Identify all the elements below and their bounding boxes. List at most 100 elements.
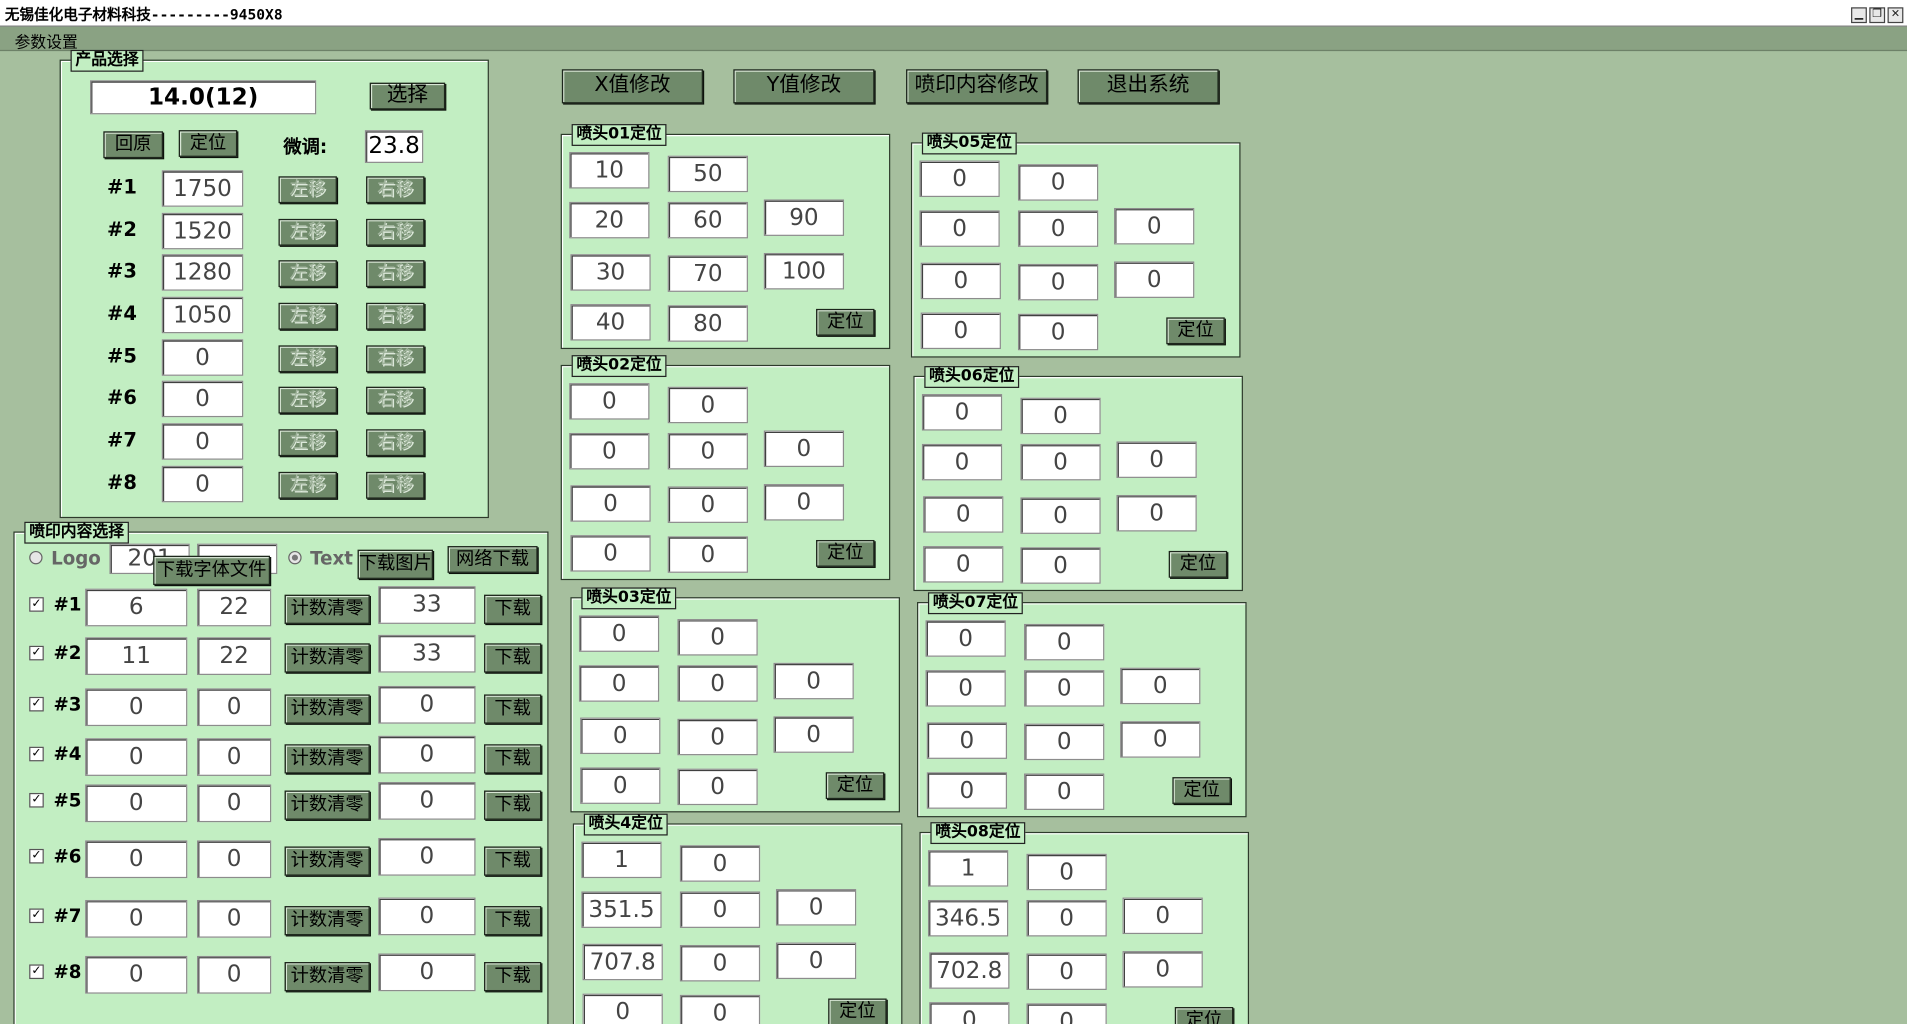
move-right-button[interactable]: 右移 (366, 345, 425, 373)
minimize-icon[interactable]: ▁ (1851, 7, 1867, 24)
head-value-field[interactable]: 0 (578, 665, 660, 702)
print-value-a-field[interactable]: 11 (85, 637, 188, 675)
head-value-field[interactable]: 0 (1116, 441, 1197, 478)
head-value-field[interactable]: 0 (1020, 547, 1101, 584)
head-value-field[interactable]: 0 (578, 615, 660, 652)
head-value-field[interactable]: 0 (570, 535, 651, 572)
download-button[interactable]: 下载 (484, 790, 542, 820)
download-button[interactable]: 下载 (484, 846, 542, 876)
head-value-field[interactable]: 0 (1017, 313, 1099, 351)
reset-count-button[interactable]: 计数清零 (284, 744, 370, 774)
row-checkbox[interactable]: ✓ (29, 964, 44, 980)
count-field[interactable]: 0 (378, 782, 476, 820)
print-value-b-field[interactable]: 0 (197, 738, 272, 776)
head-value-field[interactable]: 702.8 (929, 952, 1010, 989)
head-value-field[interactable]: 0 (919, 160, 1000, 198)
head-value-field[interactable]: 0 (1024, 773, 1105, 810)
finetune-field[interactable]: 23.8 (364, 130, 424, 163)
print-value-b-field[interactable]: 22 (197, 637, 272, 675)
download-image-button[interactable]: 下载图片 (357, 549, 433, 579)
head-value-field[interactable]: 0 (1026, 853, 1107, 891)
row-checkbox[interactable]: ✓ (29, 792, 44, 808)
head-value-field[interactable]: 0 (925, 620, 1006, 657)
head-value-field[interactable]: 0 (580, 767, 661, 804)
select-product-button[interactable]: 选择 (369, 82, 446, 110)
head-value-field[interactable]: 0 (1017, 210, 1099, 247)
reset-count-button[interactable]: 计数清零 (284, 846, 370, 876)
head-value-field[interactable]: 0 (773, 716, 854, 753)
product-row-field[interactable]: 0 (161, 380, 244, 418)
head-value-field[interactable]: 0 (667, 386, 748, 424)
head-value-field[interactable]: 0 (1114, 207, 1195, 245)
print-value-b-field[interactable]: 0 (197, 688, 272, 727)
count-field[interactable]: 0 (378, 897, 476, 936)
reset-count-button[interactable]: 计数清零 (284, 594, 370, 624)
download-button[interactable]: 下载 (484, 594, 542, 624)
reset-count-button[interactable]: 计数清零 (284, 906, 370, 936)
row-checkbox[interactable]: ✓ (29, 746, 44, 762)
head-value-field[interactable]: 0 (677, 619, 758, 656)
head-value-field[interactable]: 0 (1120, 667, 1201, 705)
move-left-button[interactable]: 左移 (278, 429, 337, 457)
head-value-field[interactable]: 0 (679, 891, 761, 928)
head-value-field[interactable]: 0 (1020, 397, 1101, 435)
head-value-field[interactable]: 0 (667, 486, 748, 523)
move-left-button[interactable]: 左移 (278, 302, 337, 330)
head-value-field[interactable]: 0 (1116, 494, 1197, 532)
head-locate-button[interactable]: 定位 (1174, 1007, 1234, 1024)
exit-system-button[interactable]: 退出系统 (1077, 69, 1219, 104)
close-icon[interactable]: ✕ (1887, 7, 1904, 24)
move-right-button[interactable]: 右移 (366, 218, 425, 246)
head-value-field[interactable]: 20 (569, 201, 650, 239)
head-value-field[interactable]: 0 (667, 432, 748, 470)
product-row-field[interactable]: 1050 (161, 296, 244, 334)
download-button[interactable]: 下载 (484, 694, 542, 724)
print-value-a-field[interactable]: 0 (85, 688, 188, 727)
count-field[interactable]: 0 (378, 837, 476, 876)
head-value-field[interactable]: 0 (929, 1002, 1010, 1024)
head-value-field[interactable]: 0 (923, 546, 1004, 583)
x-modify-button[interactable]: X值修改 (561, 69, 703, 104)
print-value-a-field[interactable]: 0 (85, 955, 188, 994)
head-value-field[interactable]: 0 (925, 670, 1006, 707)
head-value-field[interactable]: 0 (921, 443, 1003, 481)
head-value-field[interactable]: 0 (773, 662, 854, 700)
head-value-field[interactable]: 0 (1020, 443, 1101, 481)
head-value-field[interactable]: 0 (1114, 261, 1195, 298)
content-modify-button[interactable]: 喷印内容修改 (906, 69, 1048, 104)
head-value-field[interactable]: 0 (1122, 897, 1203, 935)
print-value-b-field[interactable]: 22 (197, 588, 272, 627)
head-value-field[interactable]: 0 (677, 665, 758, 702)
head-value-field[interactable]: 0 (677, 768, 758, 806)
head-locate-button[interactable]: 定位 (1166, 317, 1225, 345)
print-value-b-field[interactable]: 0 (197, 955, 272, 994)
row-checkbox[interactable]: ✓ (29, 645, 44, 661)
head-value-field[interactable]: 0 (570, 485, 651, 522)
product-row-field[interactable]: 0 (161, 423, 244, 460)
head-value-field[interactable]: 0 (667, 536, 748, 573)
reset-count-button[interactable]: 计数清零 (284, 643, 370, 673)
head-value-field[interactable]: 1 (581, 841, 662, 879)
head-locate-button[interactable]: 定位 (1168, 550, 1228, 578)
head-value-field[interactable]: 100 (763, 252, 845, 290)
download-button[interactable]: 下载 (484, 906, 542, 936)
print-value-a-field[interactable]: 0 (85, 784, 188, 823)
move-left-button[interactable]: 左移 (278, 176, 337, 204)
head-value-field[interactable]: 40 (570, 304, 651, 341)
head-value-field[interactable]: 80 (667, 305, 748, 342)
head-value-field[interactable]: 0 (679, 845, 761, 882)
move-left-button[interactable]: 左移 (278, 218, 337, 246)
head-locate-button[interactable]: 定位 (825, 772, 885, 800)
product-row-field[interactable]: 0 (161, 465, 244, 503)
count-field[interactable]: 0 (378, 735, 476, 774)
head-value-field[interactable]: 0 (679, 944, 761, 982)
count-field[interactable]: 0 (378, 953, 476, 992)
move-right-button[interactable]: 右移 (366, 471, 425, 499)
print-value-b-field[interactable]: 0 (197, 784, 272, 823)
head-value-field[interactable]: 1 (927, 850, 1009, 887)
head-value-field[interactable]: 0 (569, 383, 650, 420)
print-value-b-field[interactable]: 0 (197, 899, 272, 938)
text-radio[interactable] (288, 550, 302, 565)
head-value-field[interactable]: 351.5 (581, 891, 662, 928)
count-field[interactable]: 0 (378, 685, 476, 724)
